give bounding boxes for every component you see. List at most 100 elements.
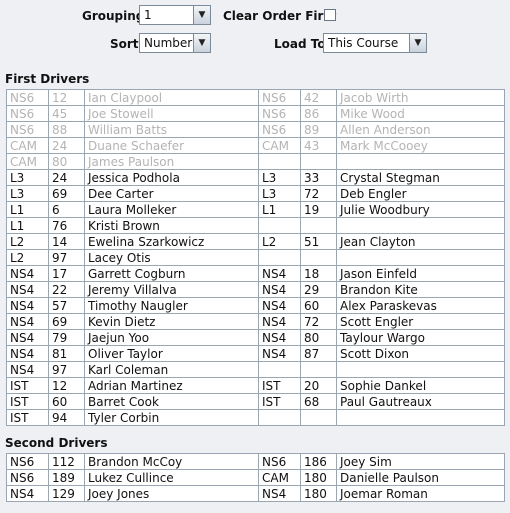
left-number-cell[interactable]: 81 — [48, 345, 85, 362]
right-class-cell[interactable]: NS4 — [258, 297, 301, 314]
right-driver-name-cell[interactable]: Joemar Roman — [336, 485, 505, 502]
left-number-cell[interactable]: 60 — [48, 393, 85, 410]
left-driver-name-cell[interactable]: James Paulson — [84, 153, 259, 170]
left-number-cell[interactable]: 24 — [48, 169, 85, 186]
right-driver-name-cell[interactable]: Crystal Stegman — [336, 169, 505, 186]
right-class-cell[interactable]: CAM — [258, 469, 301, 486]
left-number-cell[interactable]: 76 — [48, 217, 85, 234]
right-number-cell[interactable] — [300, 409, 337, 426]
right-driver-name-cell[interactable]: Jason Einfeld — [336, 265, 505, 282]
left-class-cell[interactable]: L1 — [6, 217, 49, 234]
table-row[interactable]: IST 94 Tyler Corbin — [6, 409, 505, 426]
left-number-cell[interactable]: 112 — [48, 453, 85, 470]
right-number-cell[interactable]: 87 — [300, 345, 337, 362]
right-driver-name-cell[interactable]: Brandon Kite — [336, 281, 505, 298]
left-class-cell[interactable]: L3 — [6, 185, 49, 202]
left-driver-name-cell[interactable]: Karl Coleman — [84, 361, 259, 378]
left-number-cell[interactable]: 45 — [48, 105, 85, 122]
right-driver-name-cell[interactable] — [336, 249, 505, 266]
left-number-cell[interactable]: 69 — [48, 185, 85, 202]
left-number-cell[interactable]: 88 — [48, 121, 85, 138]
right-driver-name-cell[interactable]: Sophie Dankel — [336, 377, 505, 394]
table-row[interactable]: IST 12 Adrian Martinez IST 20 Sophie Dankel — [6, 377, 505, 394]
right-class-cell[interactable]: NS4 — [258, 265, 301, 282]
left-class-cell[interactable]: L1 — [6, 201, 49, 218]
left-driver-name-cell[interactable]: Oliver Taylor — [84, 345, 259, 362]
left-driver-name-cell[interactable]: Tyler Corbin — [84, 409, 259, 426]
right-driver-name-cell[interactable]: Allen Anderson — [336, 121, 505, 138]
left-class-cell[interactable]: NS6 — [6, 453, 49, 470]
right-class-cell[interactable]: NS4 — [258, 485, 301, 502]
left-number-cell[interactable]: 189 — [48, 469, 85, 486]
left-class-cell[interactable]: IST — [6, 393, 49, 410]
grouping-dropdown[interactable]: 1 ▼ — [139, 5, 211, 25]
left-number-cell[interactable]: 14 — [48, 233, 85, 250]
left-driver-name-cell[interactable]: Brandon McCoy — [84, 453, 259, 470]
left-class-cell[interactable]: NS4 — [6, 265, 49, 282]
table-row[interactable]: L1 76 Kristi Brown — [6, 217, 505, 234]
right-driver-name-cell[interactable]: Alex Paraskevas — [336, 297, 505, 314]
table-row[interactable]: NS4 57 Timothy Naugler NS4 60 Alex Paraskevas — [6, 297, 505, 314]
left-number-cell[interactable]: 22 — [48, 281, 85, 298]
left-class-cell[interactable]: NS6 — [6, 89, 49, 106]
right-number-cell[interactable] — [300, 249, 337, 266]
left-driver-name-cell[interactable]: Lukez Cullince — [84, 469, 259, 486]
left-number-cell[interactable]: 12 — [48, 377, 85, 394]
right-number-cell[interactable]: 86 — [300, 105, 337, 122]
table-row[interactable]: NS4 129 Joey Jones NS4 180 Joemar Roman — [6, 485, 505, 502]
right-driver-name-cell[interactable] — [336, 409, 505, 426]
table-row[interactable]: NS6 88 William Batts NS6 89 Allen Anderson — [6, 121, 505, 138]
right-driver-name-cell[interactable]: Scott Dixon — [336, 345, 505, 362]
left-driver-name-cell[interactable]: Adrian Martinez — [84, 377, 259, 394]
right-driver-name-cell[interactable]: Scott Engler — [336, 313, 505, 330]
right-class-cell[interactable]: L3 — [258, 185, 301, 202]
left-number-cell[interactable]: 69 — [48, 313, 85, 330]
left-class-cell[interactable]: NS6 — [6, 105, 49, 122]
left-number-cell[interactable]: 12 — [48, 89, 85, 106]
chevron-down-icon[interactable]: ▼ — [409, 34, 426, 52]
table-row[interactable]: NS6 189 Lukez Cullince CAM 180 Danielle Pauls… — [6, 469, 505, 486]
right-class-cell[interactable] — [258, 217, 301, 234]
chevron-down-icon[interactable]: ▼ — [193, 34, 210, 52]
right-driver-name-cell[interactable]: Julie Woodbury — [336, 201, 505, 218]
right-driver-name-cell[interactable] — [336, 153, 505, 170]
right-driver-name-cell[interactable]: Deb Engler — [336, 185, 505, 202]
right-class-cell[interactable]: NS6 — [258, 453, 301, 470]
right-number-cell[interactable]: 186 — [300, 453, 337, 470]
load-to-dropdown[interactable]: This Course ▼ — [323, 33, 427, 53]
table-row[interactable]: L1 6 Laura Molleker L1 19 Julie Woodbury — [6, 201, 505, 218]
right-class-cell[interactable]: IST — [258, 377, 301, 394]
right-number-cell[interactable]: 80 — [300, 329, 337, 346]
left-class-cell[interactable]: L2 — [6, 249, 49, 266]
chevron-down-icon[interactable]: ▼ — [193, 6, 210, 24]
right-driver-name-cell[interactable]: Mike Wood — [336, 105, 505, 122]
right-number-cell[interactable]: 51 — [300, 233, 337, 250]
right-driver-name-cell[interactable]: Mark McCooey — [336, 137, 505, 154]
right-number-cell[interactable]: 72 — [300, 185, 337, 202]
left-driver-name-cell[interactable]: Jessica Podhola — [84, 169, 259, 186]
right-driver-name-cell[interactable] — [336, 361, 505, 378]
left-number-cell[interactable]: 17 — [48, 265, 85, 282]
right-number-cell[interactable]: 29 — [300, 281, 337, 298]
table-row[interactable]: NS4 79 Jaejun Yoo NS4 80 Taylour Wargo — [6, 329, 505, 346]
left-class-cell[interactable]: NS4 — [6, 485, 49, 502]
right-driver-name-cell[interactable]: Jacob Wirth — [336, 89, 505, 106]
left-number-cell[interactable]: 79 — [48, 329, 85, 346]
left-class-cell[interactable]: CAM — [6, 137, 49, 154]
table-row[interactable]: NS6 112 Brandon McCoy NS6 186 Joey Sim — [6, 453, 505, 470]
right-class-cell[interactable]: NS4 — [258, 345, 301, 362]
right-number-cell[interactable]: 72 — [300, 313, 337, 330]
right-driver-name-cell[interactable]: Joey Sim — [336, 453, 505, 470]
right-driver-name-cell[interactable]: Danielle Paulson — [336, 469, 505, 486]
left-class-cell[interactable]: IST — [6, 377, 49, 394]
left-number-cell[interactable]: 129 — [48, 485, 85, 502]
table-row[interactable]: NS4 17 Garrett Cogburn NS4 18 Jason Einfeld — [6, 265, 505, 282]
left-class-cell[interactable]: L2 — [6, 233, 49, 250]
left-driver-name-cell[interactable]: Joey Jones — [84, 485, 259, 502]
left-number-cell[interactable]: 94 — [48, 409, 85, 426]
sort-dropdown[interactable]: Number ▼ — [139, 33, 211, 53]
left-driver-name-cell[interactable]: Timothy Naugler — [84, 297, 259, 314]
left-driver-name-cell[interactable]: William Batts — [84, 121, 259, 138]
left-class-cell[interactable]: IST — [6, 409, 49, 426]
right-number-cell[interactable] — [300, 361, 337, 378]
